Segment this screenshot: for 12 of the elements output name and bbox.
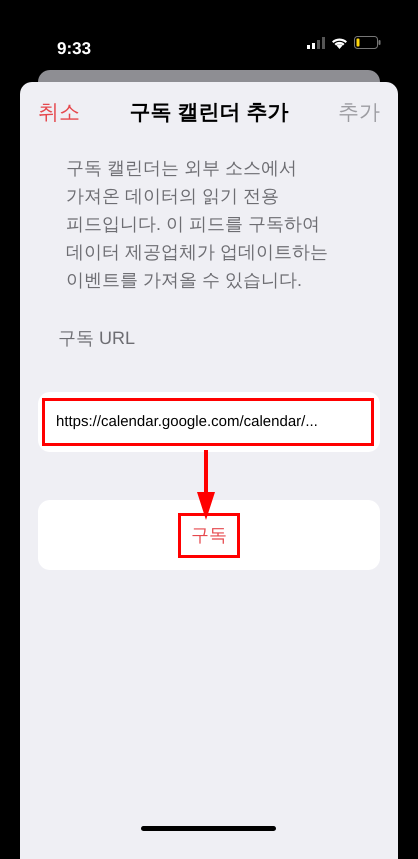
status-time: 9:33 [57, 38, 92, 60]
add-button[interactable]: 추가 [338, 97, 380, 129]
field-label: 구독 URL [58, 327, 136, 350]
description-text: 구독 캘린더는 외부 소스에서 가져온 데이터의 읽기 전용 피드입니다. 이 피드를 구독하여 데이터 제공업체가 업데이트하는 이벤트를 가져올 수 있습니다. [66, 157, 330, 292]
url-input-field[interactable]: https://calendar.google.com/calendar/... [38, 392, 380, 452]
sheet-title: 구독 캘린더 추가 [130, 100, 288, 126]
subscribe-button[interactable]: 구독 [38, 500, 380, 570]
cancel-button[interactable]: 취소 [38, 97, 80, 129]
wifi-icon [331, 36, 348, 48]
battery-icon [354, 36, 381, 49]
arrow-icon [194, 450, 218, 520]
signal-icon [307, 36, 325, 48]
